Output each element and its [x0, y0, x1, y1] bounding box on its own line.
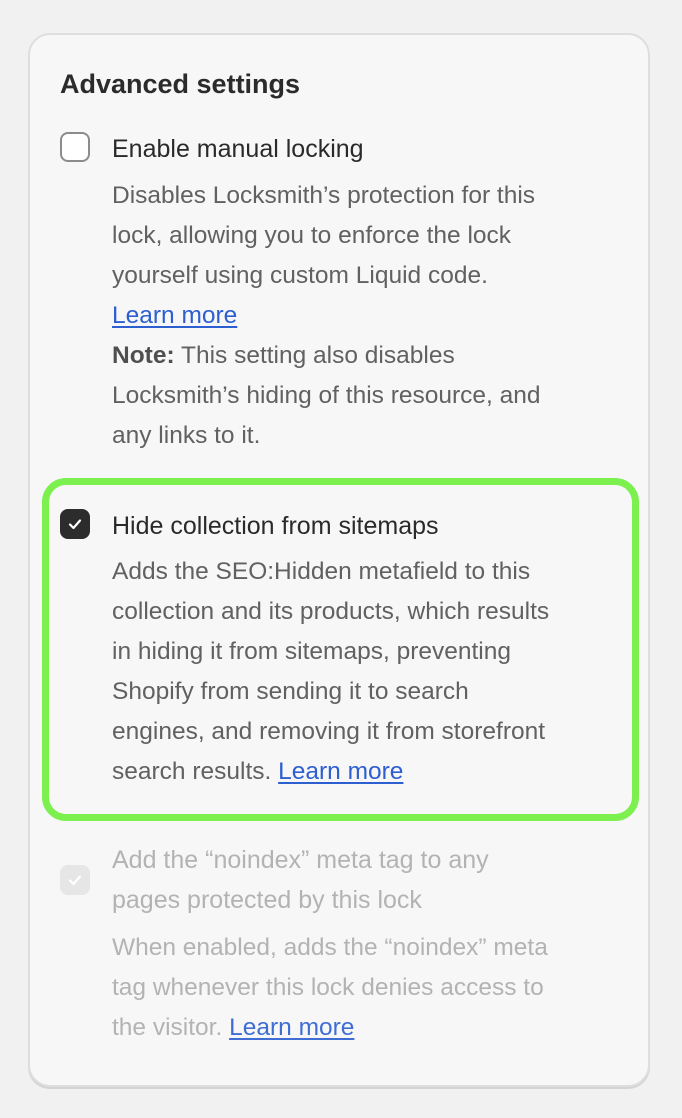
description-line: the visitor. [112, 1014, 230, 1041]
manual-locking-description: Disables Locksmith’s protection for this… [112, 176, 627, 456]
hide-from-sitemaps-label[interactable]: Hide collection from sitemaps [112, 506, 622, 546]
description-line: yourself using custom Liquid code. [112, 262, 488, 289]
description-line: search results. [112, 758, 279, 785]
description-line: Shopify from sending it to search [112, 678, 469, 705]
note-line: This setting also disables [174, 342, 455, 369]
noindex-label: Add the “noindex” meta tag to any pages … [112, 840, 622, 920]
note-line: any links to it. [112, 422, 261, 449]
label-line: pages protected by this lock [112, 886, 422, 914]
description-line: collection and its products, which resul… [112, 598, 550, 625]
description-line: lock, allowing you to enforce the lock [112, 222, 512, 249]
manual-locking-label[interactable]: Enable manual locking [112, 129, 622, 169]
noindex-description: When enabled, adds the “noindex” meta ta… [112, 928, 627, 1048]
description-line: Adds the SEO:Hidden metafield to this [112, 558, 531, 585]
description-line: tag whenever this lock denies access to [112, 974, 544, 1001]
description-line: Disables Locksmith’s protection for this [112, 182, 536, 209]
learn-more-link[interactable]: Learn more [112, 302, 237, 329]
check-icon [68, 875, 82, 886]
learn-more-link[interactable]: Learn more [278, 758, 403, 785]
check-icon [68, 519, 82, 530]
section-title: Advanced settings [60, 69, 301, 99]
learn-more-link[interactable]: Learn more [229, 1014, 354, 1041]
label-line: Add the “noindex” meta tag to any [112, 846, 489, 874]
hide-from-sitemaps-description: Adds the SEO:Hidden metafield to this co… [112, 552, 627, 792]
noindex-checkbox [60, 865, 90, 895]
hide-from-sitemaps-checkbox[interactable] [60, 509, 90, 539]
manual-locking-checkbox[interactable] [60, 132, 90, 162]
description-line: When enabled, adds the “noindex” meta [112, 934, 548, 961]
note-line: Locksmith’s hiding of this resource, and [112, 382, 541, 409]
note-label: Note: [112, 342, 175, 369]
description-line: in hiding it from sitemaps, preventing [112, 638, 511, 665]
description-line: engines, and removing it from storefront [112, 718, 546, 745]
